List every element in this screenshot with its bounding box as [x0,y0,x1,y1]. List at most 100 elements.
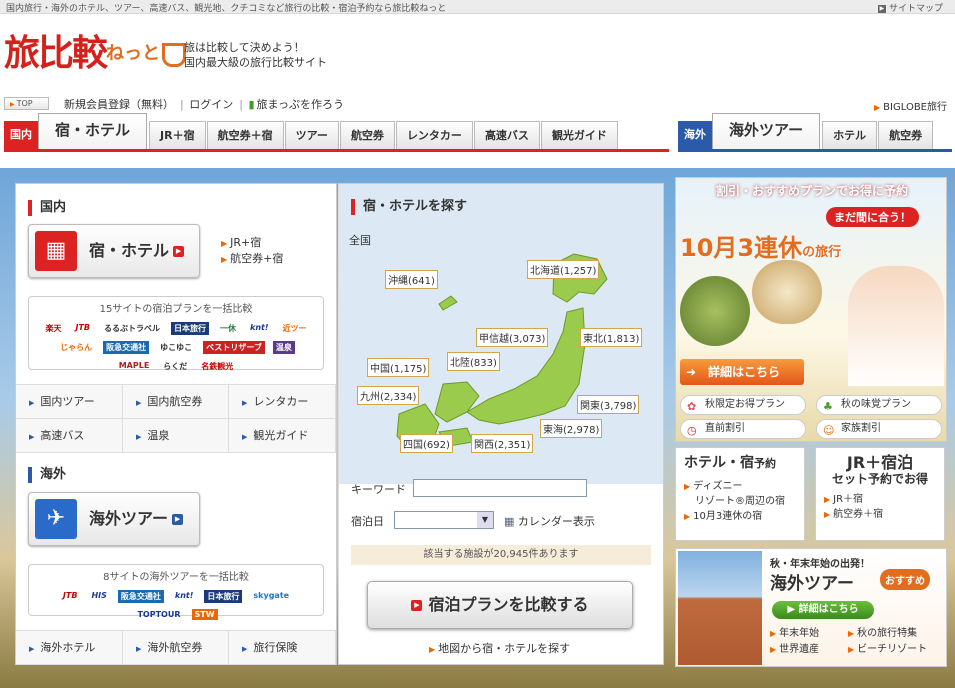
family-icon: ☺ [823,424,835,437]
partner-logo[interactable]: 名鉄観光 [198,360,236,373]
region-kanto[interactable]: 関東(3,798) [577,395,640,414]
jr-hotel-link[interactable]: ▶ JR+宿 [221,235,283,251]
partner-logo[interactable]: らくだ [160,360,190,373]
jr-hotel-promo-link[interactable]: ▶ JR＋宿 [824,492,936,507]
food-photo [752,260,822,324]
region-okinawa[interactable]: 沖縄(641) [385,270,438,289]
tab-overseas-air[interactable]: 航空券 [878,121,934,149]
overseas-promo[interactable]: 秋・年末年始の出発！ 海外ツアー おすすめ ▶ 詳細はこちら ▶ 年末年始 ▶ 秋の… [675,548,947,667]
tab-air-hotel[interactable]: 航空券＋宿 [206,121,284,149]
tab-jr-hotel[interactable]: JR＋宿 [149,121,206,149]
region-koshinetsu[interactable]: 甲信越(3,073) [476,328,549,347]
disney-link[interactable]: ▶ ディズニー [684,479,796,494]
partner-logo[interactable]: JTB [60,590,81,603]
family-discount-link[interactable]: ☺ 家族割引 [816,419,942,439]
autumn-deal-link[interactable]: ✿ 秋限定お得プラン [680,395,806,415]
map-search-link[interactable]: ▶ 地図から宿・ホテルを探す [429,640,570,656]
partner-logo[interactable]: 日本旅行 [204,590,243,603]
partner-logo[interactable]: knt! [172,590,197,603]
disney-resort-link[interactable]: リゾート®周辺の宿 [684,494,796,509]
keyword-input[interactable] [413,479,587,497]
region-tokai[interactable]: 東海(2,978) [540,419,603,438]
partner-logo[interactable]: MAPLE [116,360,153,373]
bus-link[interactable]: 高速バス [16,419,123,453]
overseas-tabs: 海外 海外ツアー ホテル 航空券 [678,113,952,152]
hotel-button[interactable]: ▦ 宿・ホテル ▶ [28,224,200,278]
new-year-link[interactable]: ▶ 年末年始 [770,627,819,641]
region-hokkaido[interactable]: 北海道(1,257) [527,260,600,279]
partner-logo[interactable]: 温泉 [272,341,295,354]
autumn-feature-link[interactable]: ▶ 秋の旅行特集 [848,627,917,641]
partner-logo[interactable]: 阪急交通社 [117,590,164,603]
rentacar-link[interactable]: レンタカー [229,385,336,419]
beach-resort-link[interactable]: ▶ ビーチリゾート [848,643,927,657]
jr-promo-box[interactable]: JR＋宿泊 セット予約でお得 ▶ JR＋宿 ▶ 航空券＋宿 [815,447,945,541]
holiday-hotel-link[interactable]: ▶ 10月3連休の宿 [684,509,796,524]
domestic-tour-link[interactable]: 国内ツアー [16,385,123,419]
insurance-link[interactable]: 旅行保険 [229,631,336,665]
tab-rentacar[interactable]: レンタカー [395,121,473,149]
region-kansai[interactable]: 関西(2,351) [471,434,534,453]
overseas-hotel-link[interactable]: 海外ホテル [16,631,123,665]
partner-logo[interactable]: 日本旅行 [171,322,210,335]
tab-overseas-hotel[interactable]: ホテル [822,121,878,149]
login-link[interactable]: ログイン [189,98,233,111]
holiday-detail-button[interactable]: ➜ 詳細はこちら [680,359,804,385]
autumn-taste-link[interactable]: ♣ 秋の味覚プラン [816,395,942,415]
guide-link[interactable]: 観光ガイド [229,419,336,453]
region-tohoku[interactable]: 東北(1,813) [580,328,643,347]
partner-logo[interactable]: knt! [247,322,272,335]
maple-icon: ✿ [687,400,697,413]
tab-air[interactable]: 航空券 [339,121,395,149]
tabimap-link[interactable]: ▮ 旅まっぷを作ろう [248,98,346,111]
calendar-icon: ▦ [504,515,515,528]
banner-badge: まだ間に合う！ [826,207,919,227]
overseas-tour-button[interactable]: ✈ 海外ツアー ▶ [28,492,200,546]
partner-logo[interactable]: skygate [250,590,292,603]
partner-logo[interactable]: TOPTOUR [134,609,183,620]
tab-bus[interactable]: 高速バス [473,121,540,149]
partner-logo[interactable]: 楽天 [42,322,64,335]
domestic-heading: 国内 [28,200,66,216]
partner-logo[interactable]: ベストリザーブ [203,341,265,354]
region-shikoku[interactable]: 四国(692) [400,434,453,453]
partner-logo[interactable]: るるぶトラベル [101,322,163,335]
tab-guide[interactable]: 観光ガイド [540,121,618,149]
region-kyushu[interactable]: 九州(2,334) [357,386,420,405]
partner-logo[interactable]: HIS [88,590,109,603]
site-logo[interactable]: 旅比較ねっと [4,32,187,76]
air-hotel-promo-link[interactable]: ▶ 航空券＋宿 [824,507,936,522]
region-hokuriku[interactable]: 北陸(833) [447,352,500,371]
overseas-detail-button[interactable]: ▶ 詳細はこちら [772,601,874,619]
holiday-banner[interactable]: 割引・おすすめプランでお得に予約 まだ間に合う！ 10月3連休の旅行 ➜ 詳細はこ… [675,177,947,442]
register-link[interactable]: 新規会員登録（無料） [64,98,174,111]
top-button[interactable]: TOP [4,97,49,110]
hotel-promo-box[interactable]: ホテル・宿予約 ▶ ディズニー リゾート®周辺の宿 ▶ 10月3連休の宿 [675,447,805,541]
tab-hotel[interactable]: 宿・ホテル [38,113,148,149]
calendar-link[interactable]: ▦ カレンダー表示 [504,513,595,529]
sitemap-link[interactable]: ▶ サイトマップ [877,1,943,14]
partner-logo[interactable]: じゃらん [57,341,95,354]
air-hotel-link[interactable]: ▶ 航空券+宿 [221,251,283,267]
partner-logo[interactable]: 近ツー [280,322,310,335]
last-minute-link[interactable]: ◷ 直前割引 [680,419,806,439]
partner-logo[interactable]: JTB [72,322,93,335]
partner-logo[interactable]: 一休 [217,322,239,335]
biglobe-link[interactable]: ▶ BIGLOBE旅行 [874,98,947,113]
partner-logo[interactable]: 阪急交通社 [103,341,150,354]
leaf-icon: ▮ [248,98,255,111]
nationwide-link[interactable]: 全国 [349,232,371,248]
date-select[interactable]: ▼ [394,511,494,529]
domestic-air-link[interactable]: 国内航空券 [123,385,229,419]
world-heritage-link[interactable]: ▶ 世界遺産 [770,643,819,657]
partner-logo[interactable]: ゆこゆこ [157,341,195,354]
onsen-link[interactable]: 温泉 [123,419,229,453]
arrow-icon: ▶ [684,512,691,521]
partner-logo[interactable]: STW [191,609,218,620]
tab-overseas-tour[interactable]: 海外ツアー [712,113,821,149]
overseas-air-link[interactable]: 海外航空券 [123,631,229,665]
compare-plans-button[interactable]: ▶ 宿泊プランを比較する [367,581,633,629]
tab-tour[interactable]: ツアー [284,121,339,149]
region-chugoku[interactable]: 中国(1,175) [367,358,430,377]
arrow-icon: ▶ [172,514,184,525]
